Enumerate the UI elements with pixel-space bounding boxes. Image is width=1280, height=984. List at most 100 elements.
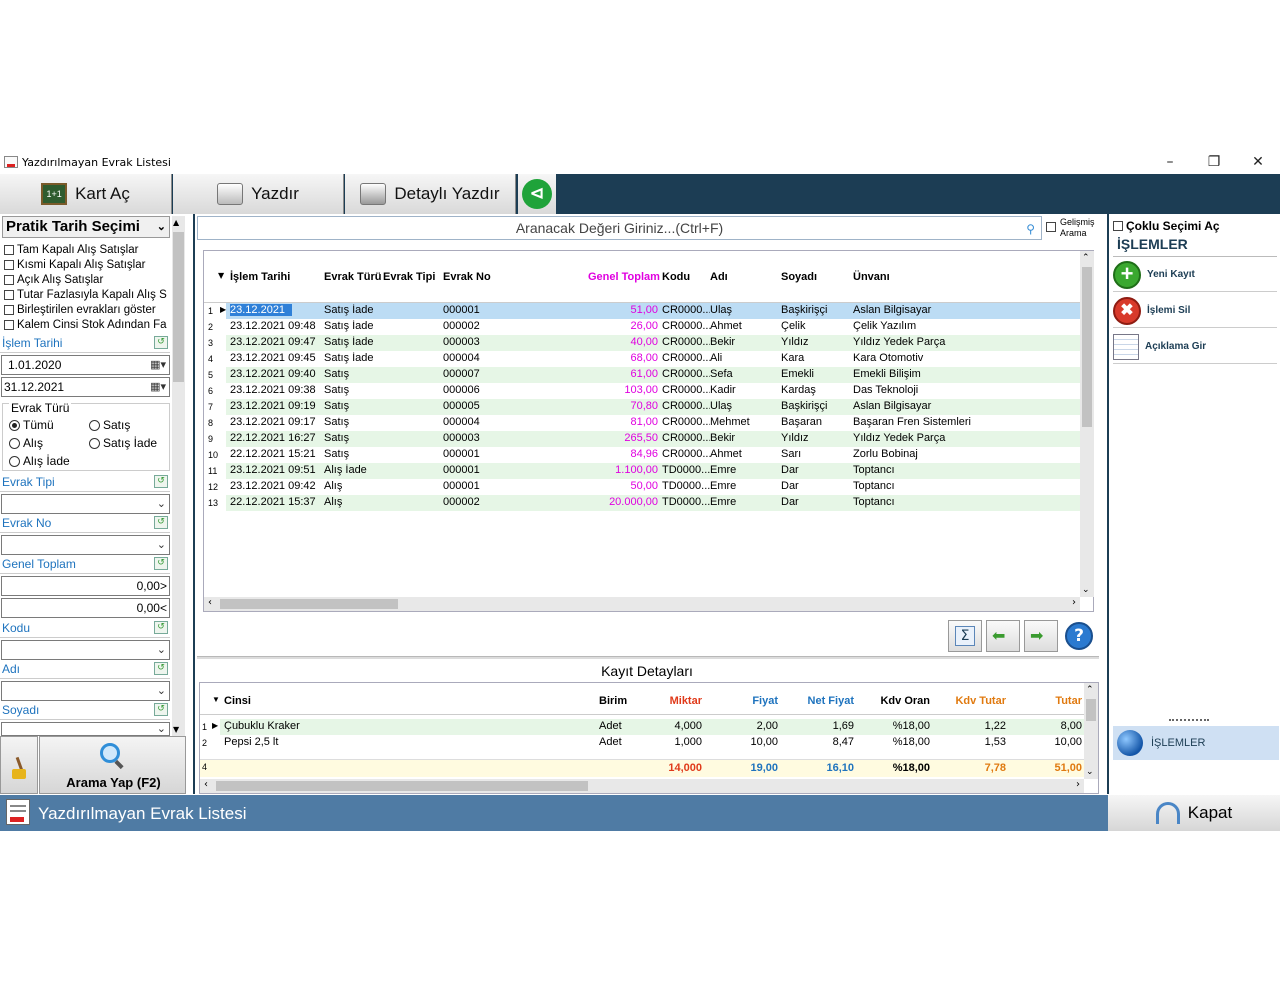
radio-tumu[interactable]: Tümü	[9, 418, 54, 432]
sum-button[interactable]: Σ	[948, 620, 982, 652]
islemler-tab[interactable]: İŞLEMLER	[1113, 726, 1279, 760]
dcol-kdv-tutar[interactable]: Kdv Tutar	[932, 695, 1006, 707]
col-evrak-tipi[interactable]: Evrak Tipi	[383, 271, 435, 283]
minimize-button[interactable]: –	[1148, 152, 1192, 174]
panel-grip[interactable]	[1169, 719, 1209, 722]
col-soyadi[interactable]: Soyadı	[781, 271, 817, 283]
evrak-no-select[interactable]: ⌄	[1, 535, 170, 555]
pratik-tarih-secimi-dropdown[interactable]: Pratik Tarih Seçimi ⌄	[2, 216, 170, 238]
checkbox[interactable]	[1113, 221, 1123, 231]
checkbox[interactable]	[4, 274, 14, 285]
table-row[interactable]: 3 23.12.2021 09:47 Satış İade 000003 40,00 CR…	[204, 335, 1080, 351]
genel-toplam-min-input[interactable]: 0,00>	[1, 576, 170, 596]
kart-ac-button[interactable]: 1+1 Kart Aç	[0, 174, 172, 214]
checkbox[interactable]	[4, 259, 14, 270]
radio-satis-iade[interactable]: Satış İade	[89, 436, 157, 450]
table-row[interactable]: 4 23.12.2021 09:45 Satış İade 000004 68,00 CR…	[204, 351, 1080, 367]
genel-toplam-max-input[interactable]: 0,00<	[1, 598, 170, 618]
detail-row[interactable]: 2 Pepsi 2,5 lt Adet 1,000 10,00 8,47 %18,00 1,5…	[200, 735, 1084, 751]
check-acik[interactable]: Açık Alış Satışlar	[4, 272, 170, 287]
table-row[interactable]: 2 23.12.2021 09:48 Satış İade 000002 26,00 CR…	[204, 319, 1080, 335]
splitter[interactable]	[197, 656, 1099, 659]
reset-filter-icon[interactable]: ↺	[154, 475, 168, 488]
table-row[interactable]: 7 23.12.2021 09:19 Satış 000005 70,80 CR0000.…	[204, 399, 1080, 415]
reset-filter-icon[interactable]: ↺	[154, 336, 168, 349]
check-tutar-fazlasiyla[interactable]: Tutar Fazlasıyla Kapalı Alış S	[4, 287, 170, 302]
share-button[interactable]: ⊲	[518, 174, 556, 214]
table-row[interactable]: 5 23.12.2021 09:40 Satış 000007 61,00 CR0000.…	[204, 367, 1080, 383]
check-kismi-kapali[interactable]: Kısmi Kapalı Alış Satışlar	[4, 257, 170, 272]
col-adi[interactable]: Adı	[710, 271, 728, 283]
gelismis-arama-checkbox[interactable]: Gelişmiş Arama	[1046, 216, 1098, 240]
grid-vertical-scrollbar[interactable]: ⌃ ⌄	[1080, 251, 1094, 597]
coklu-secim-checkbox[interactable]: Çoklu Seçimi Aç	[1113, 218, 1277, 234]
date-from-field[interactable]: 1.01.2020 ▦▾	[1, 355, 170, 375]
checkbox[interactable]	[4, 319, 14, 330]
table-row[interactable]: 8 23.12.2021 09:17 Satış 000004 81,00 CR0000.…	[204, 415, 1080, 431]
date-to-field[interactable]: 31.12.2021 ▦▾	[1, 377, 170, 397]
radio-dot[interactable]	[89, 419, 100, 431]
grid-horizontal-scrollbar[interactable]: ‹ ›	[204, 597, 1080, 611]
kapat-button[interactable]: Kapat	[1108, 795, 1280, 831]
check-tam-kapali[interactable]: Tam Kapalı Alış Satışlar	[4, 242, 170, 257]
col-unvani[interactable]: Ünvanı	[853, 271, 890, 283]
help-button[interactable]: ?	[1062, 620, 1096, 652]
radio-alis-iade[interactable]: Alış İade	[9, 454, 70, 468]
islemi-sil-button[interactable]: ✖ İşlemi Sil	[1113, 294, 1277, 328]
reset-filter-icon[interactable]: ↺	[154, 703, 168, 716]
col-evrak-no[interactable]: Evrak No	[443, 271, 491, 283]
table-row[interactable]: 13 22.12.2021 15:37 Alış 000002 20.000,00 TD0…	[204, 495, 1080, 511]
check-kalem-cinsi[interactable]: Kalem Cinsi Stok Adından Fa	[4, 317, 170, 332]
dcol-birim[interactable]: Birim	[599, 695, 627, 707]
details-vertical-scrollbar[interactable]: ⌃ ⌄	[1084, 683, 1098, 779]
radio-dot[interactable]	[89, 437, 100, 449]
adi-select[interactable]: ⌄	[1, 681, 170, 701]
dcol-fiyat[interactable]: Fiyat	[705, 695, 778, 707]
dcol-miktar[interactable]: Miktar	[630, 695, 702, 707]
table-row[interactable]: 11 23.12.2021 09:51 Alış İade 000001 1.100,0…	[204, 463, 1080, 479]
checkbox[interactable]	[4, 289, 14, 300]
yazdir-button[interactable]: Yazdır	[173, 174, 344, 214]
prev-export-button[interactable]: ⬅	[986, 620, 1020, 652]
yeni-kayit-button[interactable]: + Yeni Kayıt	[1113, 258, 1277, 292]
table-row[interactable]: 9 22.12.2021 16:27 Satış 000003 265,50 CR0000…	[204, 431, 1080, 447]
checkbox[interactable]	[4, 304, 14, 315]
table-row[interactable]: 12 23.12.2021 09:42 Alış 000001 50,00 TD0000.…	[204, 479, 1080, 495]
soyadi-select[interactable]: ⌄	[1, 722, 170, 736]
dcol-cinsi[interactable]: Cinsi	[224, 695, 251, 707]
col-islem-tarihi[interactable]: İşlem Tarihi	[230, 271, 290, 283]
close-button[interactable]: ✕	[1236, 152, 1280, 174]
radio-satis[interactable]: Satış	[89, 418, 130, 432]
radio-dot[interactable]	[9, 437, 20, 449]
calendar-dropdown-icon[interactable]: ▦▾	[150, 378, 166, 396]
reset-filter-icon[interactable]: ↺	[154, 621, 168, 634]
calendar-dropdown-icon[interactable]: ▦▾	[150, 356, 166, 374]
check-birlestirilen[interactable]: Birleştirilen evrakları göster	[4, 302, 170, 317]
kodu-select[interactable]: ⌄	[1, 640, 170, 660]
left-panel-scrollbar[interactable]: ▲ ▼	[172, 216, 185, 736]
dcol-net-fiyat[interactable]: Net Fiyat	[780, 695, 854, 707]
next-export-button[interactable]: ➡	[1024, 620, 1058, 652]
col-kodu[interactable]: Kodu	[662, 271, 690, 283]
checkbox[interactable]	[1046, 222, 1056, 232]
detayli-yazdir-button[interactable]: Detaylı Yazdır	[345, 174, 516, 214]
arama-yap-button[interactable]: Arama Yap (F2)	[39, 736, 186, 794]
clear-filters-button[interactable]	[0, 736, 38, 794]
search-input[interactable]: Aranacak Değeri Giriniz...(Ctrl+F) ⚲	[197, 216, 1042, 240]
reset-filter-icon[interactable]: ↺	[154, 557, 168, 570]
table-row[interactable]: 6 23.12.2021 09:38 Satış 000006 103,00 CR0000…	[204, 383, 1080, 399]
restore-button[interactable]: ❐	[1192, 152, 1236, 174]
table-row[interactable]: 10 22.12.2021 15:21 Satış 000001 84,96 CR0000…	[204, 447, 1080, 463]
reset-filter-icon[interactable]: ↺	[154, 516, 168, 529]
radio-alis[interactable]: Alış	[9, 436, 43, 450]
radio-dot[interactable]	[9, 419, 20, 431]
col-genel-toplam[interactable]: Genel Toplam	[588, 271, 660, 283]
aciklama-gir-button[interactable]: Açıklama Gir	[1113, 330, 1277, 364]
details-horizontal-scrollbar[interactable]: ‹ ›	[200, 779, 1084, 793]
col-evrak-turu[interactable]: Evrak Türü	[324, 271, 381, 283]
radio-dot[interactable]	[9, 455, 20, 467]
checkbox[interactable]	[4, 244, 14, 255]
detail-row[interactable]: 1 Çubuklu Kraker Adet 4,000 2,00 1,69 %18,00 1,…	[200, 719, 1084, 735]
reset-filter-icon[interactable]: ↺	[154, 662, 168, 675]
table-row[interactable]: 1 23.12.2021 Satış İade 000001 51,00 CR0000..…	[204, 303, 1080, 319]
